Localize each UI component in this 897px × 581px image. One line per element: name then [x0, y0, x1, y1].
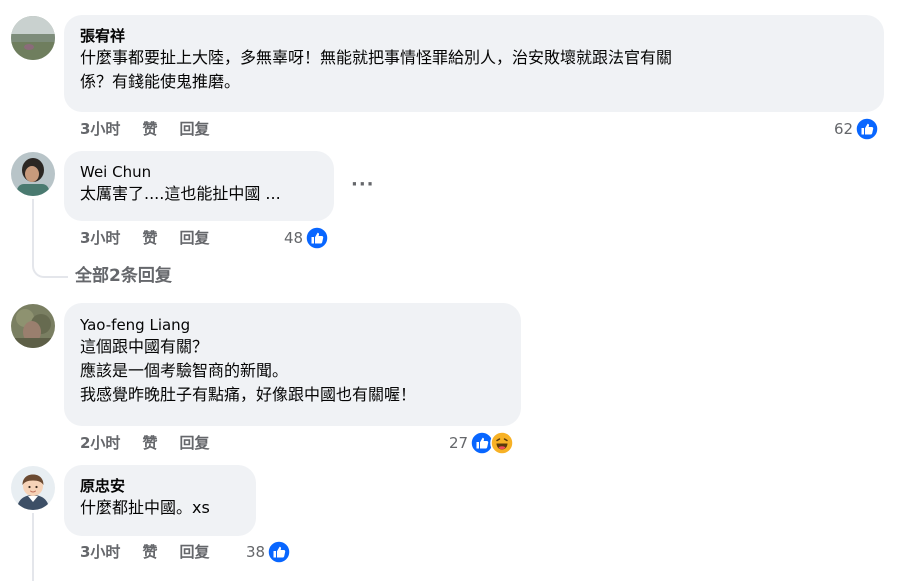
view-replies-link[interactable]: 全部2条回复 [75, 265, 172, 287]
reply-button[interactable]: 回复 [179, 228, 209, 248]
comment-bubble: Wei Chun 太厲害了....這也能扯中國 ... [64, 151, 334, 221]
comment-bubble: 張宥祥 什麼事都要扯上大陸，多無辜呀！無能就把事情怪罪給別人，治安敗壞就跟法官有… [64, 15, 884, 112]
comments-section: 張宥祥 什麼事都要扯上大陸，多無辜呀！無能就把事情怪罪給別人，治安敗壞就跟法官有… [0, 0, 897, 581]
thread-line [32, 199, 34, 261]
comment-author[interactable]: Yao-feng Liang [80, 315, 505, 335]
comment-author[interactable]: 張宥祥 [80, 26, 868, 46]
like-button[interactable]: 赞 [142, 542, 157, 562]
comment-actions: 2小时 赞 回复 [80, 433, 209, 453]
reaction-count: 48 [284, 229, 304, 247]
like-icon [305, 226, 329, 250]
like-icon [855, 117, 879, 141]
comment-timestamp[interactable]: 3小时 [80, 119, 120, 139]
like-button[interactable]: 赞 [142, 433, 157, 453]
comment-author[interactable]: 原忠安 [80, 476, 240, 496]
comment-author[interactable]: Wei Chun [80, 162, 318, 182]
like-button[interactable]: 赞 [142, 119, 157, 139]
reply-button[interactable]: 回复 [179, 542, 209, 562]
comment-bubble: 原忠安 什麼都扯中國。xs [64, 465, 256, 536]
comment-actions: 3小时 赞 回复 [80, 228, 209, 248]
like-icon [267, 540, 291, 564]
avatar[interactable] [11, 466, 55, 510]
comment-timestamp[interactable]: 3小时 [80, 542, 120, 562]
avatar[interactable] [11, 16, 55, 60]
reply-button[interactable]: 回复 [179, 433, 209, 453]
comment-text: 這個跟中國有關？ 應該是一個考驗智商的新聞。 我感覺昨晚肚子有點痛，好像跟中國也… [80, 337, 417, 404]
comment-actions: 3小时 赞 回复 [80, 119, 209, 139]
comment-actions: 3小时 赞 回复 [80, 542, 209, 562]
reaction-summary[interactable]: 48 [284, 226, 329, 250]
comment-text: 什麼事都要扯上大陸，多無辜呀！無能就把事情怪罪給別人，治安敗壞就跟法官有關 係？… [80, 48, 673, 91]
thread-connector [32, 259, 68, 278]
haha-icon [490, 431, 514, 455]
more-options-icon[interactable]: ··· [351, 174, 375, 195]
reaction-count: 38 [246, 543, 266, 561]
reaction-count: 27 [449, 434, 469, 452]
thread-line [32, 513, 34, 581]
reaction-summary[interactable]: 38 [246, 540, 291, 564]
reaction-count: 62 [834, 120, 854, 138]
avatar[interactable] [11, 304, 55, 348]
comment-text: 太厲害了....這也能扯中國 ... [80, 184, 281, 203]
avatar[interactable] [11, 152, 55, 196]
comment-text: 什麼都扯中國。xs [80, 498, 210, 517]
comment-timestamp[interactable]: 3小时 [80, 228, 120, 248]
comment-timestamp[interactable]: 2小时 [80, 433, 120, 453]
comment-bubble: Yao-feng Liang 這個跟中國有關？ 應該是一個考驗智商的新聞。 我感… [64, 303, 521, 426]
like-button[interactable]: 赞 [142, 228, 157, 248]
reply-button[interactable]: 回复 [179, 119, 209, 139]
reaction-summary[interactable]: 27 [449, 431, 514, 455]
reaction-summary[interactable]: 62 [834, 117, 879, 141]
